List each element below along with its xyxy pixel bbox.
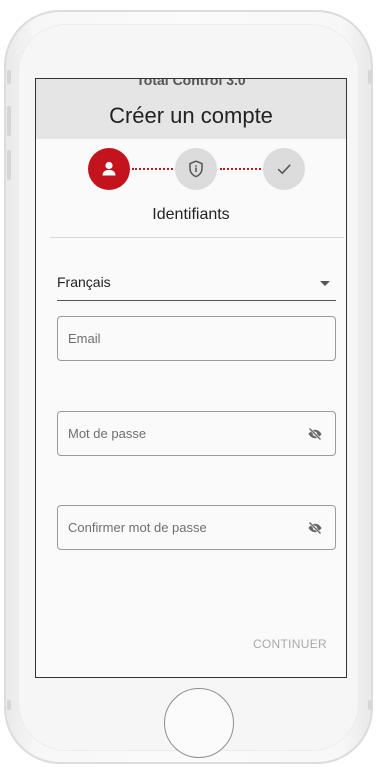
step-confirmation[interactable] xyxy=(263,148,305,190)
shield-icon xyxy=(189,160,203,178)
step-identifiants[interactable] xyxy=(88,148,130,190)
step-connector-2 xyxy=(220,168,261,170)
lower-side-notch-right xyxy=(368,700,372,710)
app-name: Total Control 3.0 xyxy=(136,78,246,88)
mute-switch xyxy=(7,70,11,84)
person-icon xyxy=(102,161,116,176)
continue-button[interactable]: CONTINUER xyxy=(251,633,329,655)
divider xyxy=(50,237,344,238)
language-select[interactable]: Français xyxy=(57,265,336,301)
eye-off-icon[interactable] xyxy=(307,520,323,536)
password-field[interactable] xyxy=(58,412,335,455)
app-header: Total Control 3.0 Créer un compte xyxy=(36,79,346,139)
page-title: Créer un compte xyxy=(109,103,273,128)
step-connector-1 xyxy=(132,168,173,170)
lower-side-notch xyxy=(7,700,11,710)
confirm-password-field-container xyxy=(57,505,336,550)
app-screen: Total Control 3.0 Créer un compte Identi… xyxy=(35,78,347,678)
email-field[interactable] xyxy=(58,317,335,360)
volume-up-button xyxy=(7,106,11,136)
check-icon xyxy=(277,164,291,174)
confirm-password-field[interactable] xyxy=(58,506,335,549)
language-value: Français xyxy=(57,274,111,290)
eye-off-icon[interactable] xyxy=(307,426,323,442)
step-title: Identifiants xyxy=(152,206,230,223)
chevron-down-icon xyxy=(320,281,330,286)
step-security[interactable] xyxy=(175,148,217,190)
email-field-container xyxy=(57,316,336,361)
phone-frame: Total Control 3.0 Créer un compte Identi… xyxy=(0,0,379,767)
power-button xyxy=(368,70,372,84)
password-field-container xyxy=(57,411,336,456)
volume-down-button xyxy=(7,150,11,180)
home-button[interactable] xyxy=(164,688,234,758)
